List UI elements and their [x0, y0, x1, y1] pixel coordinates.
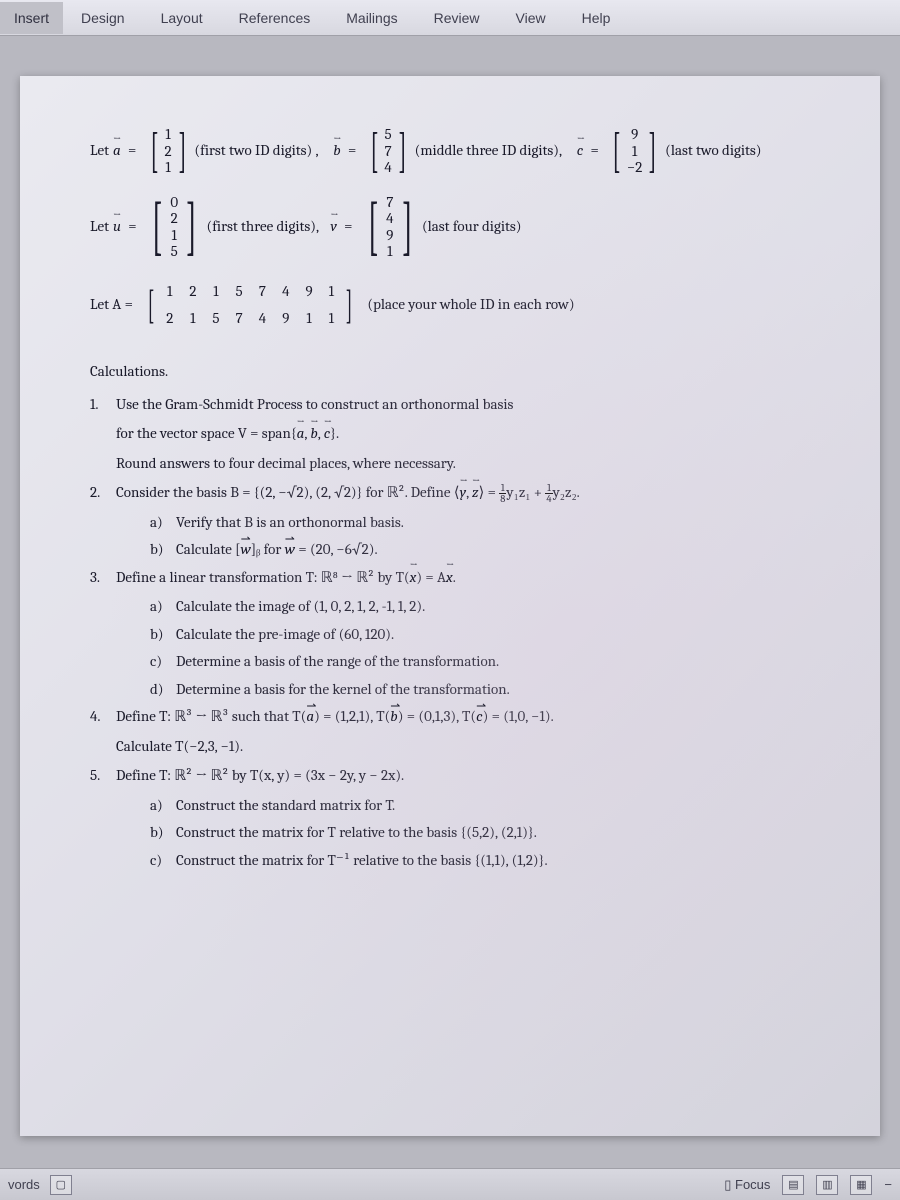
- p4-text: Define T: ℝ³ → ℝ³ such that T(a) = (1,2,…: [116, 704, 554, 730]
- p4-line2: Calculate T(−2,3, −1).: [90, 734, 825, 760]
- print-layout-icon[interactable]: ▥: [816, 1175, 838, 1195]
- vector-v: v: [330, 213, 336, 240]
- word-count[interactable]: vords: [8, 1177, 40, 1192]
- matrix-A: [ 12 15 74 91 21 57 49 11: [144, 278, 356, 332]
- ribbon: Insert Design Layout References Mailings…: [0, 0, 900, 36]
- def-A: Let A = [ 12 15 74 91 21 57: [90, 278, 825, 332]
- p3d: Determine a basis for the kernel of the …: [176, 677, 510, 703]
- p5a: Construct the standard matrix for T.: [176, 793, 395, 819]
- note-c: (last two digits): [665, 137, 761, 164]
- let-u-label: Let: [90, 213, 109, 240]
- tab-review[interactable]: Review: [416, 2, 498, 34]
- note-A: (place your whole ID in each row): [367, 291, 574, 318]
- p2-text: Consider the basis B = {(2, −√2), (2, √2…: [116, 480, 580, 506]
- let-A-label: Let A =: [90, 291, 133, 318]
- p5-text: Define T: ℝ² → ℝ² by T(x, y) = (3x − 2y,…: [116, 763, 404, 789]
- matrix-b: [ 5 7 4 ]: [366, 126, 411, 176]
- document-area: Let a = [ 1 2 1 ] (first two ID digits) …: [0, 36, 900, 1168]
- p5c: Construct the matrix for T⁻¹ relative to…: [176, 848, 548, 874]
- definitions-block: Let a = [ 1 2 1 ] (first two ID digits) …: [90, 126, 825, 332]
- p3c: Determine a basis of the range of the tr…: [176, 649, 499, 675]
- tab-mailings[interactable]: Mailings: [328, 2, 415, 34]
- p1-line2: for the vector space V = span{a, b, c}.: [90, 421, 825, 447]
- p1-line3: Round answers to four decimal places, wh…: [90, 451, 825, 477]
- status-bar: vords ▢ ▯ Focus ▤ ▥ ▦ −: [0, 1168, 900, 1200]
- vector-b: b: [333, 137, 340, 164]
- p3b: Calculate the pre-image of (60, 120).: [176, 622, 394, 648]
- tab-references[interactable]: References: [221, 2, 329, 34]
- p2b: Calculate [w]ᵦ for w = (20, −6√2).: [176, 537, 378, 563]
- page: Let a = [ 1 2 1 ] (first two ID digits) …: [20, 76, 880, 1136]
- matrix-u: [ 0 2 1 5 ]: [146, 194, 203, 260]
- matrix-v: [ 7 4 9 1 ]: [362, 194, 418, 260]
- def-abc: Let a = [ 1 2 1 ] (first two ID digits) …: [90, 126, 825, 176]
- web-layout-icon[interactable]: ▦: [850, 1175, 872, 1195]
- note-u: (first three digits),: [206, 213, 319, 240]
- p3a: Calculate the image of (1, 0, 2, 1, 2, -…: [176, 594, 425, 620]
- vector-u: u: [113, 213, 121, 240]
- tab-insert[interactable]: Insert: [0, 2, 63, 34]
- zoom-out[interactable]: −: [884, 1177, 892, 1192]
- tab-layout[interactable]: Layout: [143, 2, 221, 34]
- note-b: (middle three ID digits),: [415, 137, 562, 164]
- p3-text: Define a linear transformation T: ℝ⁸ → ℝ…: [116, 565, 456, 591]
- p5b: Construct the matrix for T relative to t…: [176, 820, 537, 846]
- proof-icon[interactable]: ▢: [50, 1175, 72, 1195]
- def-uv: Let u = [ 0 2 1 5 ] (first three digits)…: [90, 194, 825, 260]
- tab-help[interactable]: Help: [564, 2, 629, 34]
- problem-list: 1.Use the Gram-Schmidt Process to constr…: [90, 392, 825, 874]
- note-a: (first two ID digits) ,: [194, 137, 318, 164]
- tab-view[interactable]: View: [498, 2, 564, 34]
- tab-design[interactable]: Design: [63, 2, 143, 34]
- calculations-header: Calculations.: [90, 362, 825, 380]
- let-a-label: Let: [90, 137, 109, 164]
- read-mode-icon[interactable]: ▤: [782, 1175, 804, 1195]
- vector-c: c: [577, 137, 584, 164]
- note-v: (last four digits): [422, 213, 522, 240]
- vector-a: a: [113, 137, 121, 164]
- matrix-a: [ 1 2 1 ]: [146, 126, 191, 176]
- matrix-c: [ 9 1 −2 ]: [608, 126, 661, 176]
- focus-button[interactable]: ▯ Focus: [724, 1177, 770, 1193]
